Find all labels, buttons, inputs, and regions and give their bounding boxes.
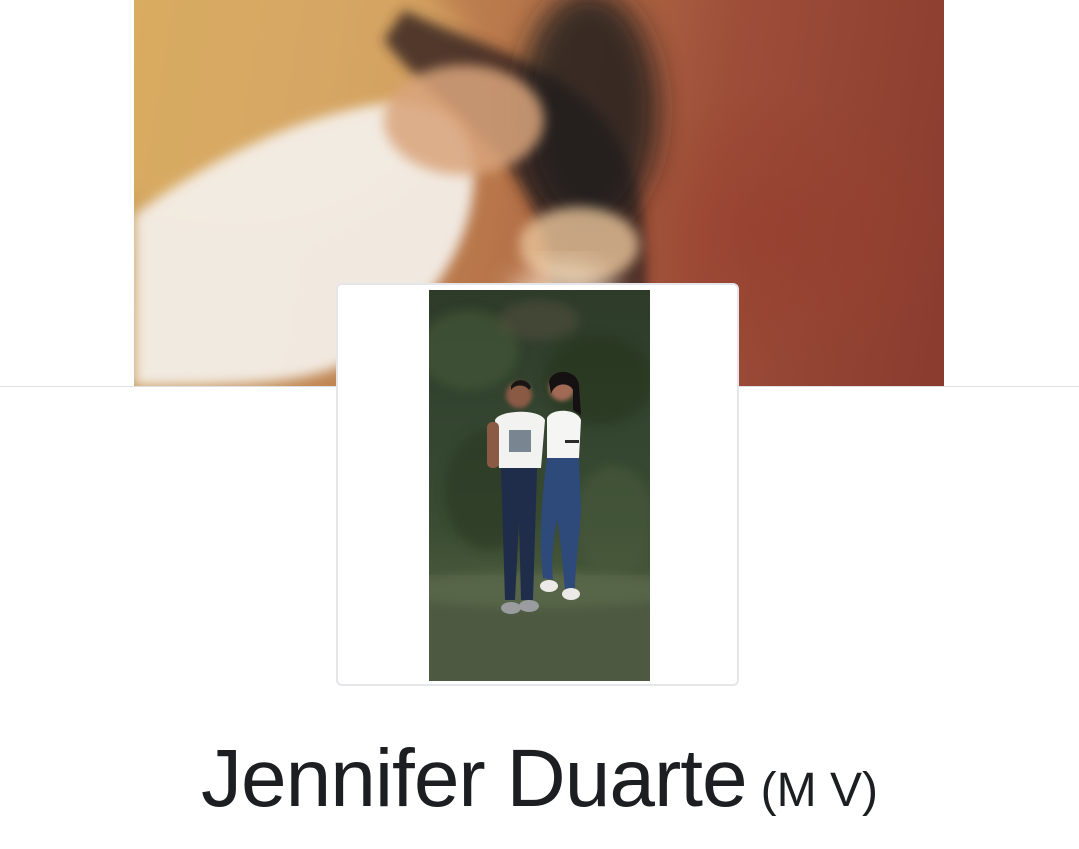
profile-photo [429, 290, 650, 681]
profile-picture-frame[interactable] [336, 283, 739, 686]
profile-name: Jennifer Duarte [201, 733, 748, 824]
alternate-name: (M V) [760, 764, 878, 817]
profile-name-heading: Jennifer Duarte (M V) [0, 732, 1079, 826]
profile-photo-image [429, 300, 650, 681]
